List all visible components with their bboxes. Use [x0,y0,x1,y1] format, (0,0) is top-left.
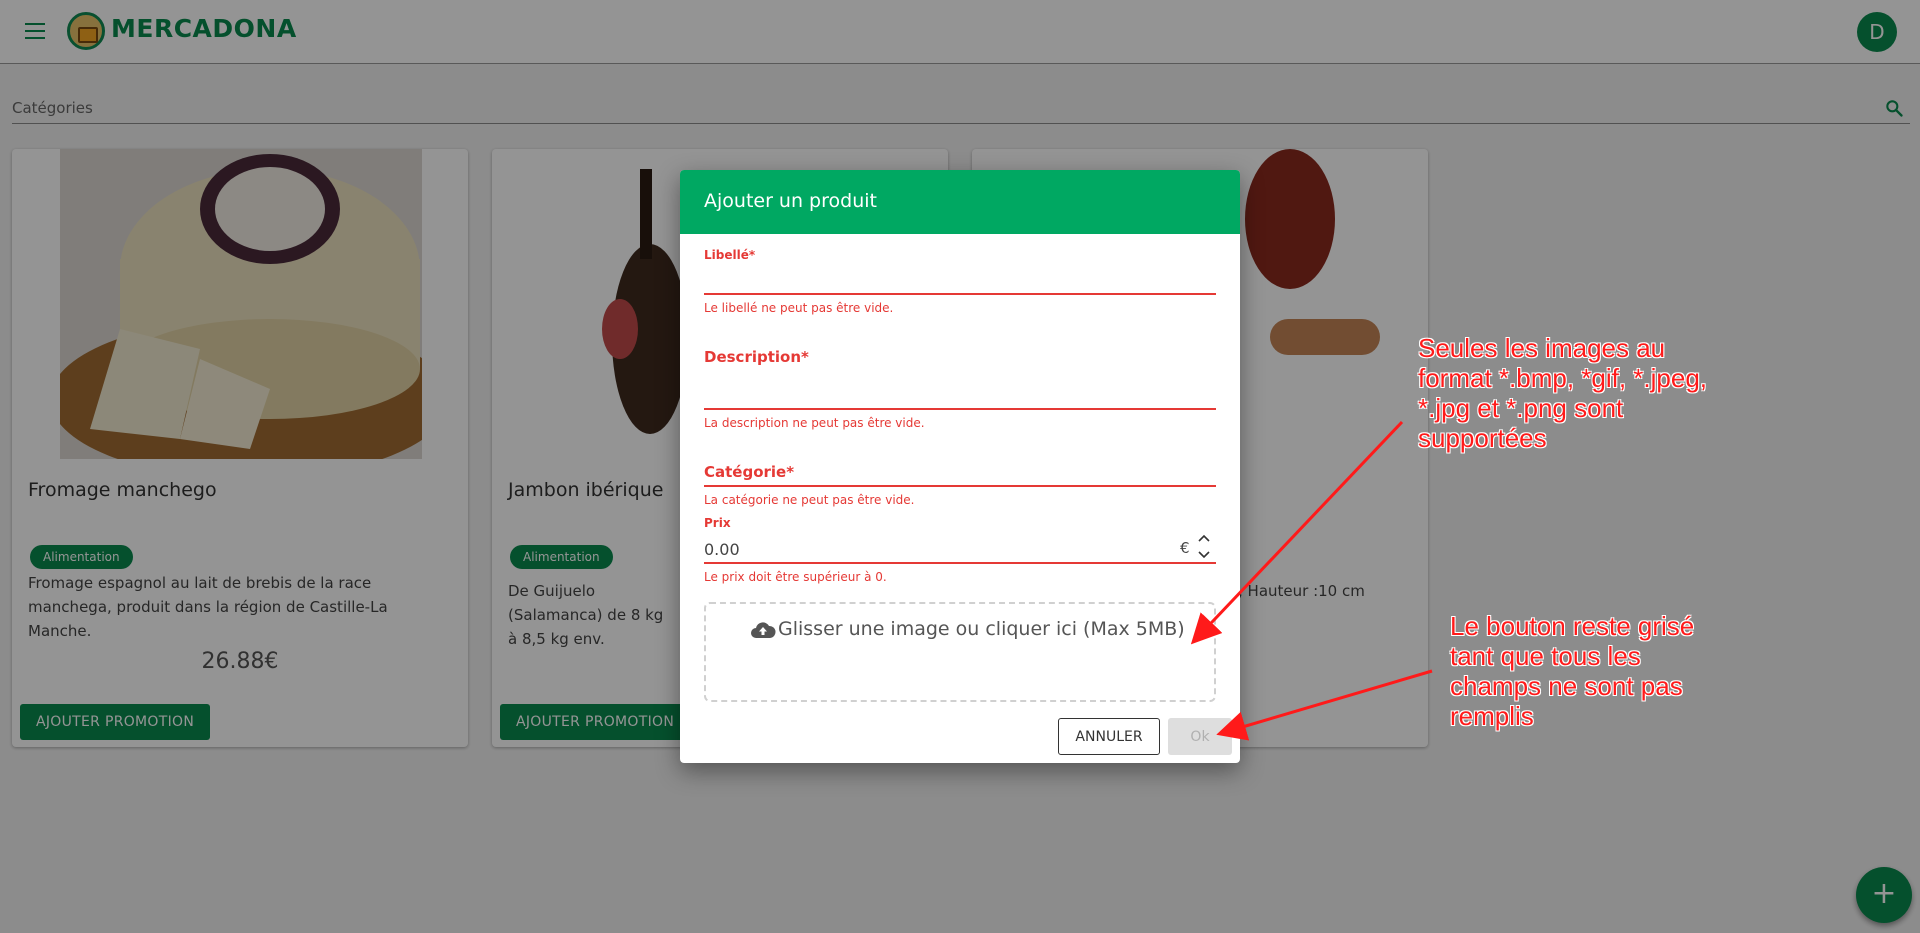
prix-error: Le prix doit être supérieur à 0. [704,570,887,584]
currency-symbol: € [1180,539,1190,557]
annotation-line: *.jpg et *.png sont [1418,393,1624,423]
libelle-input[interactable] [704,293,1216,295]
annotation-line: supportées [1418,423,1547,453]
stepper-up-icon[interactable] [1197,532,1211,544]
categorie-select[interactable] [704,485,1216,487]
formats-annotation: Seules les images au format *.bmp, *gif,… [1418,333,1707,453]
cloud-upload-icon [751,622,776,638]
annotation-line: Seules les images au [1418,333,1666,363]
description-error: La description ne peut pas être vide. [704,416,925,430]
prix-input[interactable]: 0.00 [704,540,740,559]
annotation-line: remplis [1450,701,1534,731]
image-dropzone[interactable]: Glisser une image ou cliquer ici (Max 5M… [704,602,1216,702]
add-product-dialog: Ajouter un produit Libellé* Le libellé n… [680,170,1240,763]
cancel-button[interactable]: ANNULER [1058,718,1160,755]
description-label: Description* [704,348,809,366]
prix-underline [704,562,1216,564]
dropzone-text: Glisser une image ou cliquer ici (Max 5M… [778,618,1185,640]
annotation-line: tant que tous les [1450,641,1641,671]
stepper-down-icon[interactable] [1197,549,1211,561]
dialog-header: Ajouter un produit [680,170,1240,234]
categorie-error: La catégorie ne peut pas être vide. [704,493,915,507]
prix-label: Prix [704,516,731,530]
annotation-line: champs ne sont pas [1450,671,1683,701]
description-input[interactable] [704,408,1216,410]
libelle-label: Libellé* [704,248,756,262]
button-annotation: Le bouton reste grisé tant que tous les … [1450,611,1694,731]
dialog-title: Ajouter un produit [704,190,877,212]
categorie-label: Catégorie* [704,463,795,481]
annotation-line: format *.bmp, *gif, *.jpeg, [1418,363,1708,393]
ok-button[interactable]: Ok [1168,718,1232,755]
annotation-line: Le bouton reste grisé [1450,611,1695,641]
libelle-error: Le libellé ne peut pas être vide. [704,301,894,315]
